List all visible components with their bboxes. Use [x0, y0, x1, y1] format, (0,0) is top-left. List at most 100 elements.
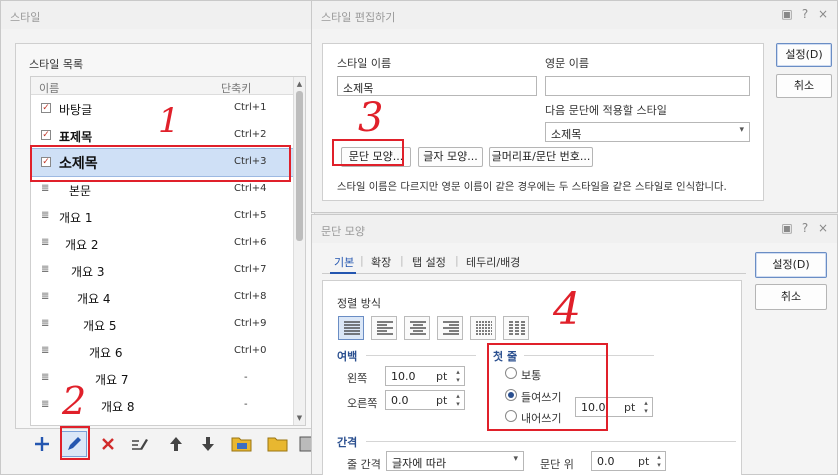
folder-open-icon — [231, 437, 252, 452]
align-justify-icon — [344, 321, 360, 335]
numbering-button[interactable]: 글머리표/문단 번호... — [489, 147, 593, 167]
scroll-thumb[interactable] — [296, 91, 303, 241]
align-divide-icon — [509, 321, 525, 335]
style-name-input[interactable]: 소제목 — [337, 76, 537, 96]
right-margin-input[interactable]: 0.0 pt ▴ ▾ — [385, 390, 465, 410]
paragraph-style-icon: ≣ — [41, 291, 50, 302]
scroll-up-arrow[interactable]: ▲ — [294, 80, 305, 88]
paragraph-style-icon: ≣ — [41, 210, 50, 221]
style-shortcut: Ctrl+9 — [234, 318, 267, 329]
align-distribute-button[interactable] — [470, 316, 496, 340]
delete-icon — [102, 438, 114, 450]
plus-icon — [35, 437, 49, 451]
style-name: 바탕글 — [59, 103, 93, 117]
tab-sep-1: | — [360, 254, 364, 267]
style-name: 본문 — [69, 184, 92, 198]
paragraph-style-icon: ≣ — [41, 237, 50, 248]
paragraph-shape-button[interactable]: 문단 모양... — [341, 147, 411, 167]
align-justify-button[interactable] — [338, 316, 364, 340]
open-folder-button[interactable] — [265, 431, 291, 457]
style-name: 개요 2 — [65, 238, 99, 252]
right-margin-spinner[interactable]: ▴ ▾ — [454, 392, 462, 408]
align-divide-button[interactable] — [503, 316, 529, 340]
para-cancel-button[interactable]: 취소 — [755, 284, 827, 310]
char-shape-button[interactable]: 글자 모양... — [418, 147, 483, 167]
left-margin-spinner[interactable]: ▴ ▾ — [454, 368, 462, 384]
restore-icon[interactable]: ▣ — [781, 7, 793, 21]
active-tab-indicator — [330, 272, 356, 274]
add-style-button[interactable] — [29, 431, 55, 457]
para-above-spinner[interactable]: ▴ ▾ — [655, 453, 663, 469]
arrow-down-icon — [202, 437, 214, 451]
style-list-item[interactable]: ≣ 개요 4 Ctrl+8 — [31, 284, 293, 311]
style-list-item[interactable]: ≣ 본문 Ctrl+4 — [31, 176, 293, 203]
first-line-indent-radio[interactable] — [505, 389, 517, 401]
paragraph-style-icon: ≣ — [41, 345, 50, 356]
style-list-item[interactable]: ✓ 소제목 Ctrl+3 — [31, 148, 294, 177]
help-icon-2[interactable]: ? — [799, 221, 811, 235]
edit-dialog-title: 스타일 편집하기 — [321, 11, 396, 24]
chevron-down-icon: ▾ — [513, 454, 518, 464]
style-list-item[interactable]: ≣ 개요 1 Ctrl+5 — [31, 203, 293, 230]
style-rows: ✓ 바탕글 Ctrl+1 ✓ 표제목 Ctrl+2 ✓ 소제목 Ctrl+3 ≣ 본문 Ctrl+4 ≣… — [31, 95, 294, 425]
para-above-input[interactable]: 0.0 pt ▴ ▾ — [591, 451, 666, 471]
align-right-button[interactable] — [437, 316, 463, 340]
style-shortcut: Ctrl+8 — [234, 291, 267, 302]
indent-value-input[interactable]: 10.0 pt ▴ ▾ — [575, 397, 653, 417]
list-scrollbar[interactable]: ▲ ▼ — [293, 77, 305, 425]
first-line-group-label: 첫 줄 — [493, 350, 518, 363]
tab-extended[interactable]: 확장 — [371, 254, 391, 270]
style-name-label: 스타일 이름 — [337, 57, 392, 70]
tab-basic[interactable]: 기본 — [334, 254, 354, 270]
check-icon: ✓ — [41, 103, 51, 113]
delete-style-button[interactable] — [95, 431, 121, 457]
paragraph-style-icon: ≣ — [41, 264, 50, 275]
style-shortcut: Ctrl+6 — [234, 237, 267, 248]
left-margin-value: 10.0 — [391, 370, 416, 383]
move-down-button[interactable] — [195, 431, 221, 457]
close-icon[interactable]: × — [817, 7, 829, 21]
left-margin-input[interactable]: 10.0 pt ▴ ▾ — [385, 366, 465, 386]
restore-icon-2[interactable]: ▣ — [781, 221, 793, 235]
para-ok-button[interactable]: 설정(D) — [755, 252, 827, 278]
close-icon-2[interactable]: × — [817, 221, 829, 235]
edit-ok-button[interactable]: 설정(D) — [776, 43, 832, 67]
edit-style-button[interactable] — [61, 431, 87, 457]
annotation-number-2: 2 — [62, 379, 87, 423]
para-above-label: 문단 위 — [540, 458, 574, 471]
tab-border-background[interactable]: 테두리/배경 — [466, 254, 520, 270]
style-list-item[interactable]: ≣ 개요 3 Ctrl+7 — [31, 257, 293, 284]
para-dialog-titlebar: 문단 모양 ▣ ? × — [312, 215, 837, 243]
para-above-value: 0.0 — [597, 455, 615, 468]
align-distribute-icon — [476, 321, 492, 335]
tab-underline — [322, 273, 746, 274]
indent-spinner[interactable]: ▴ ▾ — [642, 399, 650, 415]
style-list-item[interactable]: ≣ 개요 5 Ctrl+9 — [31, 311, 293, 338]
first-line-outdent-radio[interactable] — [505, 410, 517, 422]
first-line-normal-radio[interactable] — [505, 367, 517, 379]
align-label: 정렬 방식 — [337, 297, 381, 310]
tab-tab-settings[interactable]: 탭 설정 — [412, 254, 446, 270]
spacing-group-line — [366, 441, 736, 442]
style-list-item[interactable]: ≣ 개요 2 Ctrl+6 — [31, 230, 293, 257]
next-style-select[interactable]: 소제목 ▾ — [545, 122, 750, 142]
help-icon[interactable]: ? — [799, 7, 811, 21]
move-up-button[interactable] — [163, 431, 189, 457]
right-margin-value: 0.0 — [391, 394, 409, 407]
align-left-icon — [377, 321, 393, 335]
indent-unit: pt — [624, 401, 636, 414]
line-spacing-select[interactable]: 글자에 따라 ▾ — [386, 451, 524, 471]
first-line-indent-label: 들여쓰기 — [521, 391, 562, 404]
margin-group-line — [366, 355, 476, 356]
import-style-button[interactable] — [229, 431, 255, 457]
line-spacing-value: 글자에 따라 — [392, 457, 447, 470]
scroll-down-arrow[interactable]: ▼ — [294, 414, 305, 422]
style-shortcut: Ctrl+1 — [234, 102, 267, 113]
english-name-input[interactable] — [545, 76, 750, 96]
style-list-item[interactable]: ≣ 개요 6 Ctrl+0 — [31, 338, 293, 365]
align-center-button[interactable] — [404, 316, 430, 340]
style-shortcut: Ctrl+2 — [234, 129, 267, 140]
edit-cancel-button[interactable]: 취소 — [776, 74, 832, 98]
align-left-button[interactable] — [371, 316, 397, 340]
edit-text-style-button[interactable] — [127, 431, 153, 457]
